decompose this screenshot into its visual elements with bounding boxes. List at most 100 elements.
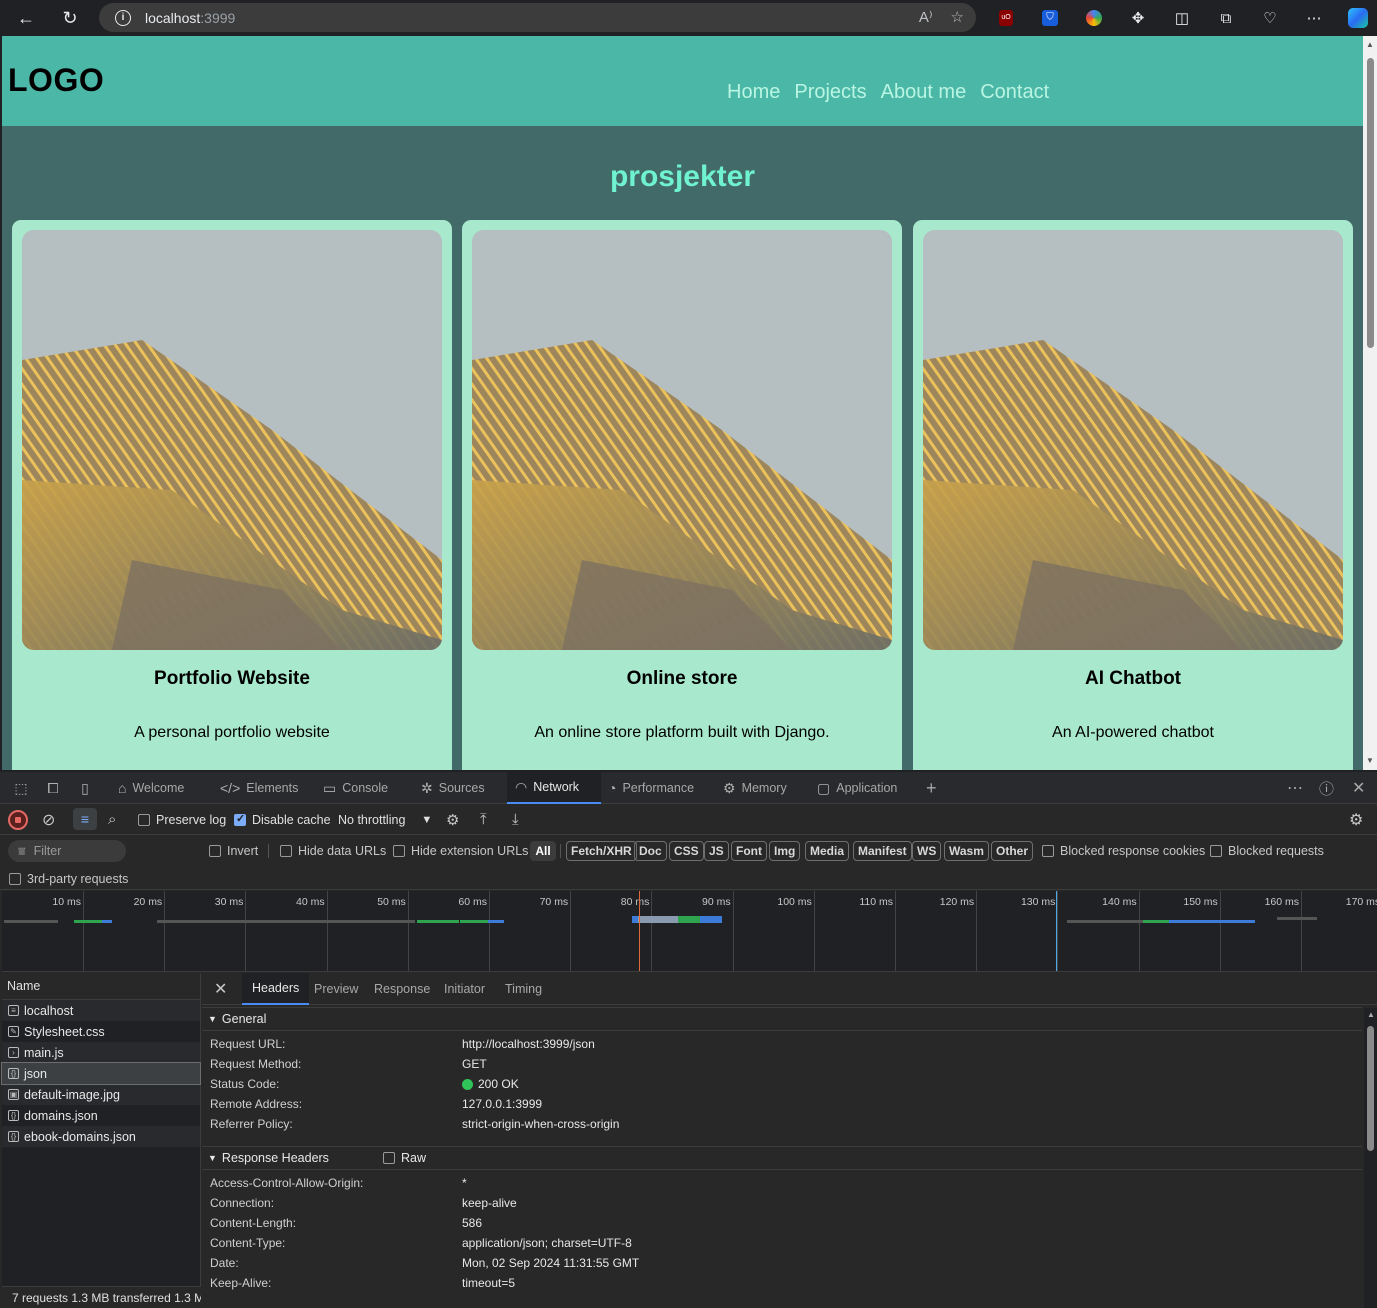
scroll-down-arrow-icon[interactable]: ▼	[1366, 756, 1374, 765]
tab-initiator[interactable]: Initiator	[444, 973, 485, 1005]
tab-response[interactable]: Response	[374, 973, 430, 1005]
copilot-icon[interactable]	[1342, 4, 1374, 32]
raw-checkbox[interactable]: Raw	[383, 1151, 426, 1165]
color-extension-icon[interactable]	[1078, 4, 1110, 32]
tab-preview[interactable]: Preview	[314, 973, 358, 1005]
more-menu-icon[interactable]: ⋯	[1298, 4, 1330, 32]
help-icon[interactable]: ⓘ	[1319, 772, 1334, 804]
reload-icon[interactable]: ↻	[54, 2, 86, 34]
json-icon: {}	[8, 1131, 19, 1142]
nav-contact[interactable]: Contact	[980, 81, 1049, 104]
type-filter-manifest[interactable]: Manifest	[853, 841, 912, 861]
network-conditions-icon[interactable]: ⚙	[446, 804, 459, 835]
scrollbar-thumb[interactable]	[1367, 1026, 1374, 1151]
split-screen-icon[interactable]: ◫	[1166, 4, 1198, 32]
request-row-selected[interactable]: {} json	[1, 1062, 201, 1085]
back-arrow-icon[interactable]: ←	[10, 2, 42, 34]
type-filter-font[interactable]: Font	[731, 841, 767, 861]
filter-input[interactable]: ⩸ Filter	[8, 840, 126, 862]
type-filter-media[interactable]: Media	[805, 841, 850, 861]
read-aloud-icon[interactable]: A⁾	[919, 8, 933, 26]
address-bar[interactable]: i localhost:3999 A⁾ ☆	[99, 3, 976, 32]
tab-performance[interactable]: ◔ Performance	[608, 772, 694, 804]
request-row[interactable]: ≡ localhost	[2, 1000, 200, 1021]
throttling-select[interactable]: No throttling ▼	[338, 804, 432, 835]
health-icon[interactable]: ♡	[1254, 4, 1286, 32]
add-tab-plus-icon[interactable]: +	[926, 772, 937, 804]
tab-welcome[interactable]: ⌂ Welcome	[118, 772, 184, 804]
page-scrollbar[interactable]: ▲ ▼	[1363, 36, 1377, 770]
general-section-header[interactable]: ▼ General	[202, 1007, 1362, 1031]
type-filter-other[interactable]: Other	[991, 841, 1034, 861]
name-column-header[interactable]: Name	[2, 973, 200, 1000]
response-headers-section-header[interactable]: ▼ Response Headers Raw	[202, 1146, 1362, 1170]
bitwarden-icon[interactable]: ⛉	[1034, 4, 1066, 32]
favorite-star-icon[interactable]: ☆	[951, 8, 964, 26]
tab-network[interactable]: ◠ Network	[507, 772, 601, 804]
blocked-response-cookies-checkbox[interactable]: Blocked response cookies	[1042, 841, 1205, 861]
nav-home[interactable]: Home	[727, 81, 780, 104]
record-stop-icon[interactable]	[8, 804, 28, 835]
tab-sources[interactable]: ✲ Sources	[421, 772, 485, 804]
type-filter-doc[interactable]: Doc	[634, 841, 667, 861]
invert-checkbox[interactable]: Invert	[209, 841, 258, 861]
document-icon: ≡	[8, 1005, 19, 1016]
tab-headers[interactable]: Headers	[242, 973, 310, 1005]
detail-scrollbar[interactable]: ▲	[1364, 1008, 1377, 1308]
request-row[interactable]: › main.js	[2, 1042, 200, 1063]
project-card[interactable]: Online store An online store platform bu…	[462, 220, 902, 770]
blocked-requests-checkbox[interactable]: Blocked requests	[1210, 841, 1324, 861]
type-filter-all[interactable]: All	[530, 841, 556, 861]
site-logo[interactable]: LOGO	[8, 62, 104, 99]
tab-memory[interactable]: ⚙ Memory	[723, 772, 787, 804]
header-value-text: strict-origin-when-cross-origin	[462, 1117, 620, 1131]
scroll-up-arrow-icon[interactable]: ▲	[1367, 1010, 1375, 1019]
hide-data-urls-checkbox[interactable]: Hide data URLs	[280, 841, 386, 861]
network-timeline-overview[interactable]: 10 ms 20 ms 30 ms 40 ms 50 ms 60 ms 70 ms 80 ms…	[2, 891, 1377, 972]
site-nav: Home Projects About me Contact	[727, 81, 1049, 104]
close-detail-icon[interactable]: ✕	[214, 973, 227, 1005]
request-row[interactable]: ✎ Stylesheet.css	[2, 1021, 200, 1042]
timeline-tick-label: 120 ms	[939, 896, 975, 908]
scroll-up-arrow-icon[interactable]: ▲	[1366, 40, 1374, 49]
device-emulation-icon[interactable]: ⧠	[42, 772, 64, 804]
type-filter-img[interactable]: Img	[769, 841, 801, 861]
timeline-tick-label: 110 ms	[859, 896, 893, 908]
collections-icon[interactable]: ⧉	[1210, 4, 1242, 32]
filter-toggle-icon[interactable]: ≡	[73, 808, 97, 830]
type-filter-wasm[interactable]: Wasm	[944, 841, 989, 861]
third-party-requests-checkbox[interactable]: 3rd-party requests	[9, 869, 128, 889]
request-row[interactable]: {} ebook-domains.json	[2, 1126, 200, 1147]
dock-side-icon[interactable]: ▯	[74, 772, 96, 804]
ublock-icon[interactable]: uO	[990, 4, 1022, 32]
nav-about-me[interactable]: About me	[881, 81, 967, 104]
project-card[interactable]: Portfolio Website A personal portfolio w…	[12, 220, 452, 770]
hide-extension-urls-checkbox[interactable]: Hide extension URLs	[393, 841, 528, 861]
close-devtools-icon[interactable]: ✕	[1352, 772, 1365, 804]
tab-application[interactable]: ▢ Application	[817, 772, 897, 804]
clear-icon[interactable]: ⊘	[42, 804, 55, 835]
scrollbar-thumb[interactable]	[1367, 58, 1374, 348]
puzzle-icon[interactable]: ✥	[1122, 4, 1154, 32]
project-card[interactable]: AI Chatbot An AI-powered chatbot	[913, 220, 1353, 770]
type-filter-ws[interactable]: WS	[912, 841, 942, 861]
network-settings-gear-icon[interactable]: ⚙	[1349, 804, 1363, 835]
site-info-icon[interactable]: i	[115, 9, 131, 26]
tab-timing[interactable]: Timing	[505, 973, 542, 1005]
export-har-icon[interactable]: ⤓	[512, 804, 519, 835]
request-row[interactable]: ▣ default-image.jpg	[2, 1084, 200, 1105]
tab-elements[interactable]: </> Elements	[220, 772, 298, 804]
request-row[interactable]: {} domains.json	[2, 1105, 200, 1126]
preserve-log-checkbox[interactable]: Preserve log	[138, 804, 226, 835]
disable-cache-checkbox[interactable]: Disable cache	[234, 804, 331, 835]
search-icon[interactable]: ⌕	[108, 804, 116, 835]
type-filter-fetch-xhr[interactable]: Fetch/XHR	[566, 841, 637, 861]
import-har-icon[interactable]: ⤒	[480, 804, 487, 835]
more-options-icon[interactable]: ⋯	[1287, 772, 1303, 804]
type-filter-css[interactable]: CSS	[669, 841, 704, 861]
inspect-element-icon[interactable]: ⬚	[10, 772, 32, 804]
devtools-panel: ⬚ ⧠ ▯ ⌂ Welcome </> Elements ▭ Console ✲ Sou…	[0, 772, 1377, 1308]
type-filter-js[interactable]: JS	[704, 841, 729, 861]
tab-console[interactable]: ▭ Console	[323, 772, 388, 804]
nav-projects[interactable]: Projects	[794, 81, 866, 104]
